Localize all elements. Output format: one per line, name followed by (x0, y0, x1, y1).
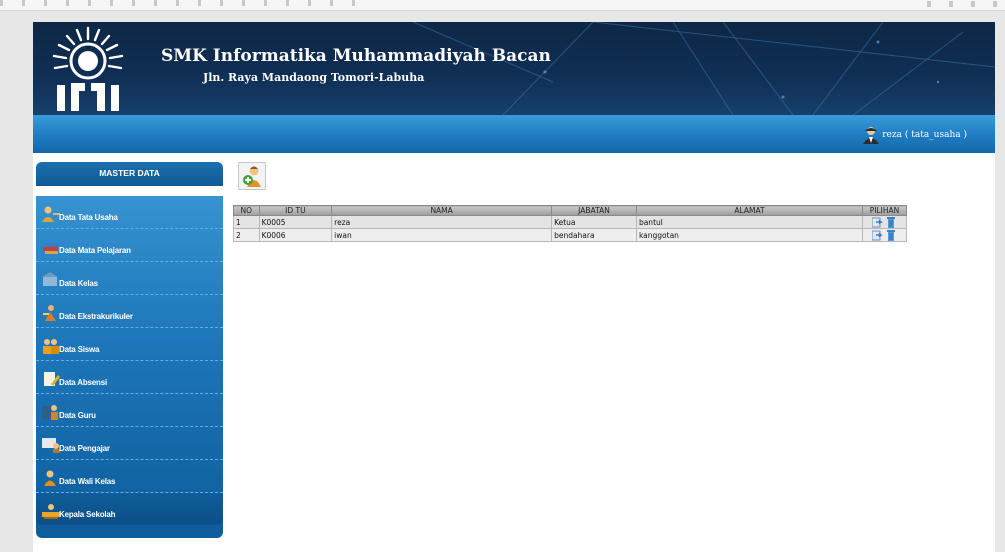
sidebar-item-data-guru[interactable]: Data Guru (36, 394, 223, 427)
sidebar-item-data-pengajar[interactable]: Data Pengajar (36, 427, 223, 460)
guardian-icon (44, 470, 56, 486)
user-bar: reza ( tata_usaha ) (33, 115, 995, 153)
delete-icon[interactable] (886, 216, 896, 228)
header-decoration (412, 22, 995, 115)
column-header: PILIHAN (861, 205, 908, 216)
sidebar-item-label: Kepala Sekolah (59, 510, 116, 519)
school-name: SMK Informatika Muhammadiyah Bacan (161, 46, 551, 66)
teaching-icon (42, 438, 60, 453)
cell-id: K0005 (258, 215, 333, 229)
sidebar-item-label: Data Absensi (59, 378, 107, 387)
sidebar-item-data-tata-usaha[interactable]: Data Tata Usaha (36, 196, 223, 229)
edit-icon[interactable] (872, 217, 884, 228)
sidebar-item-data-siswa[interactable]: Data Siswa (36, 328, 223, 361)
sidebar-item-data-wali-kelas[interactable]: Data Wali Kelas (36, 460, 223, 493)
school-logo-icon (52, 26, 124, 111)
cell-jabatan: bendahara (551, 228, 637, 242)
books-icon (43, 243, 58, 254)
add-user-button[interactable] (238, 162, 266, 190)
cell-jabatan: Ketua (551, 215, 637, 229)
table-row: 1 K0005 reza Ketua bantul (233, 215, 908, 229)
cell-pilihan (861, 215, 908, 229)
table-row: 2 K0006 iwan bendahara kanggotan (233, 228, 908, 242)
site-header: SMK Informatika Muhammadiyah Bacan Jln. … (33, 22, 995, 115)
sidebar-item-label: Data Wali Kelas (59, 477, 116, 486)
sidebar-item-label: Data Ekstrakurikuler (59, 312, 133, 321)
cell-alamat: bantul (635, 215, 863, 229)
sidebar-title: MASTER DATA (36, 162, 223, 186)
column-header: ALAMAT (635, 205, 863, 216)
sidebar-item-label: Data Pengajar (59, 444, 110, 453)
sidebar-item-label: Data Siswa (59, 345, 100, 354)
browser-toolbar (0, 0, 1005, 11)
table-header-row: NO ID TU NAMA JABATAN ALAMAT PILIHAN (233, 205, 908, 216)
user-label: reza ( tata_usaha ) (882, 130, 967, 140)
column-header: JABATAN (551, 205, 637, 216)
edit-icon[interactable] (872, 230, 884, 241)
user-avatar-icon (863, 127, 880, 144)
column-header: ID TU (258, 205, 333, 216)
sport-icon (43, 305, 56, 321)
page: SMK Informatika Muhammadiyah Bacan Jln. … (33, 22, 995, 552)
sidebar-item-data-mata-pelajaran[interactable]: Data Mata Pelajaran (36, 229, 223, 262)
cell-no: 1 (233, 215, 260, 229)
user-info[interactable]: reza ( tata_usaha ) (862, 126, 967, 144)
sidebar-item-label: Data Tata Usaha (59, 213, 118, 222)
data-table: NO ID TU NAMA JABATAN ALAMAT PILIHAN 1 K… (233, 205, 908, 242)
cell-pilihan (861, 228, 908, 242)
sidebar-menu: Data Tata Usaha Data Mata Pelajaran Data… (36, 196, 223, 525)
teacher-icon (42, 405, 58, 420)
cell-no: 2 (233, 228, 260, 242)
school-address: Jln. Raya Mandaong Tomori-Labuha (203, 71, 425, 84)
sidebar: MASTER DATA Data Tata Usaha Data Mata Pe… (36, 162, 223, 538)
sidebar-item-kepala-sekolah[interactable]: Kepala Sekolah (36, 493, 223, 525)
cell-nama: iwan (331, 228, 553, 242)
cell-id: K0006 (258, 228, 333, 242)
building-icon (42, 272, 58, 286)
add-user-icon (243, 166, 261, 187)
students-icon (43, 339, 59, 354)
sidebar-item-label: Data Kelas (59, 279, 98, 288)
sidebar-item-data-kelas[interactable]: Data Kelas (36, 262, 223, 295)
cell-nama: reza (331, 215, 553, 229)
column-header: NAMA (331, 205, 553, 216)
cell-alamat: kanggotan (635, 228, 863, 242)
principal-icon (42, 504, 60, 519)
document-pen-icon (44, 372, 60, 386)
column-header: NO (233, 205, 260, 216)
sidebar-item-data-absensi[interactable]: Data Absensi (36, 361, 223, 394)
delete-icon[interactable] (886, 229, 896, 241)
sidebar-item-data-ekstrakurikuler[interactable]: Data Ekstrakurikuler (36, 295, 223, 328)
user-key-icon (42, 206, 60, 222)
sidebar-item-label: Data Guru (59, 411, 96, 420)
sidebar-item-label: Data Mata Pelajaran (59, 246, 131, 255)
